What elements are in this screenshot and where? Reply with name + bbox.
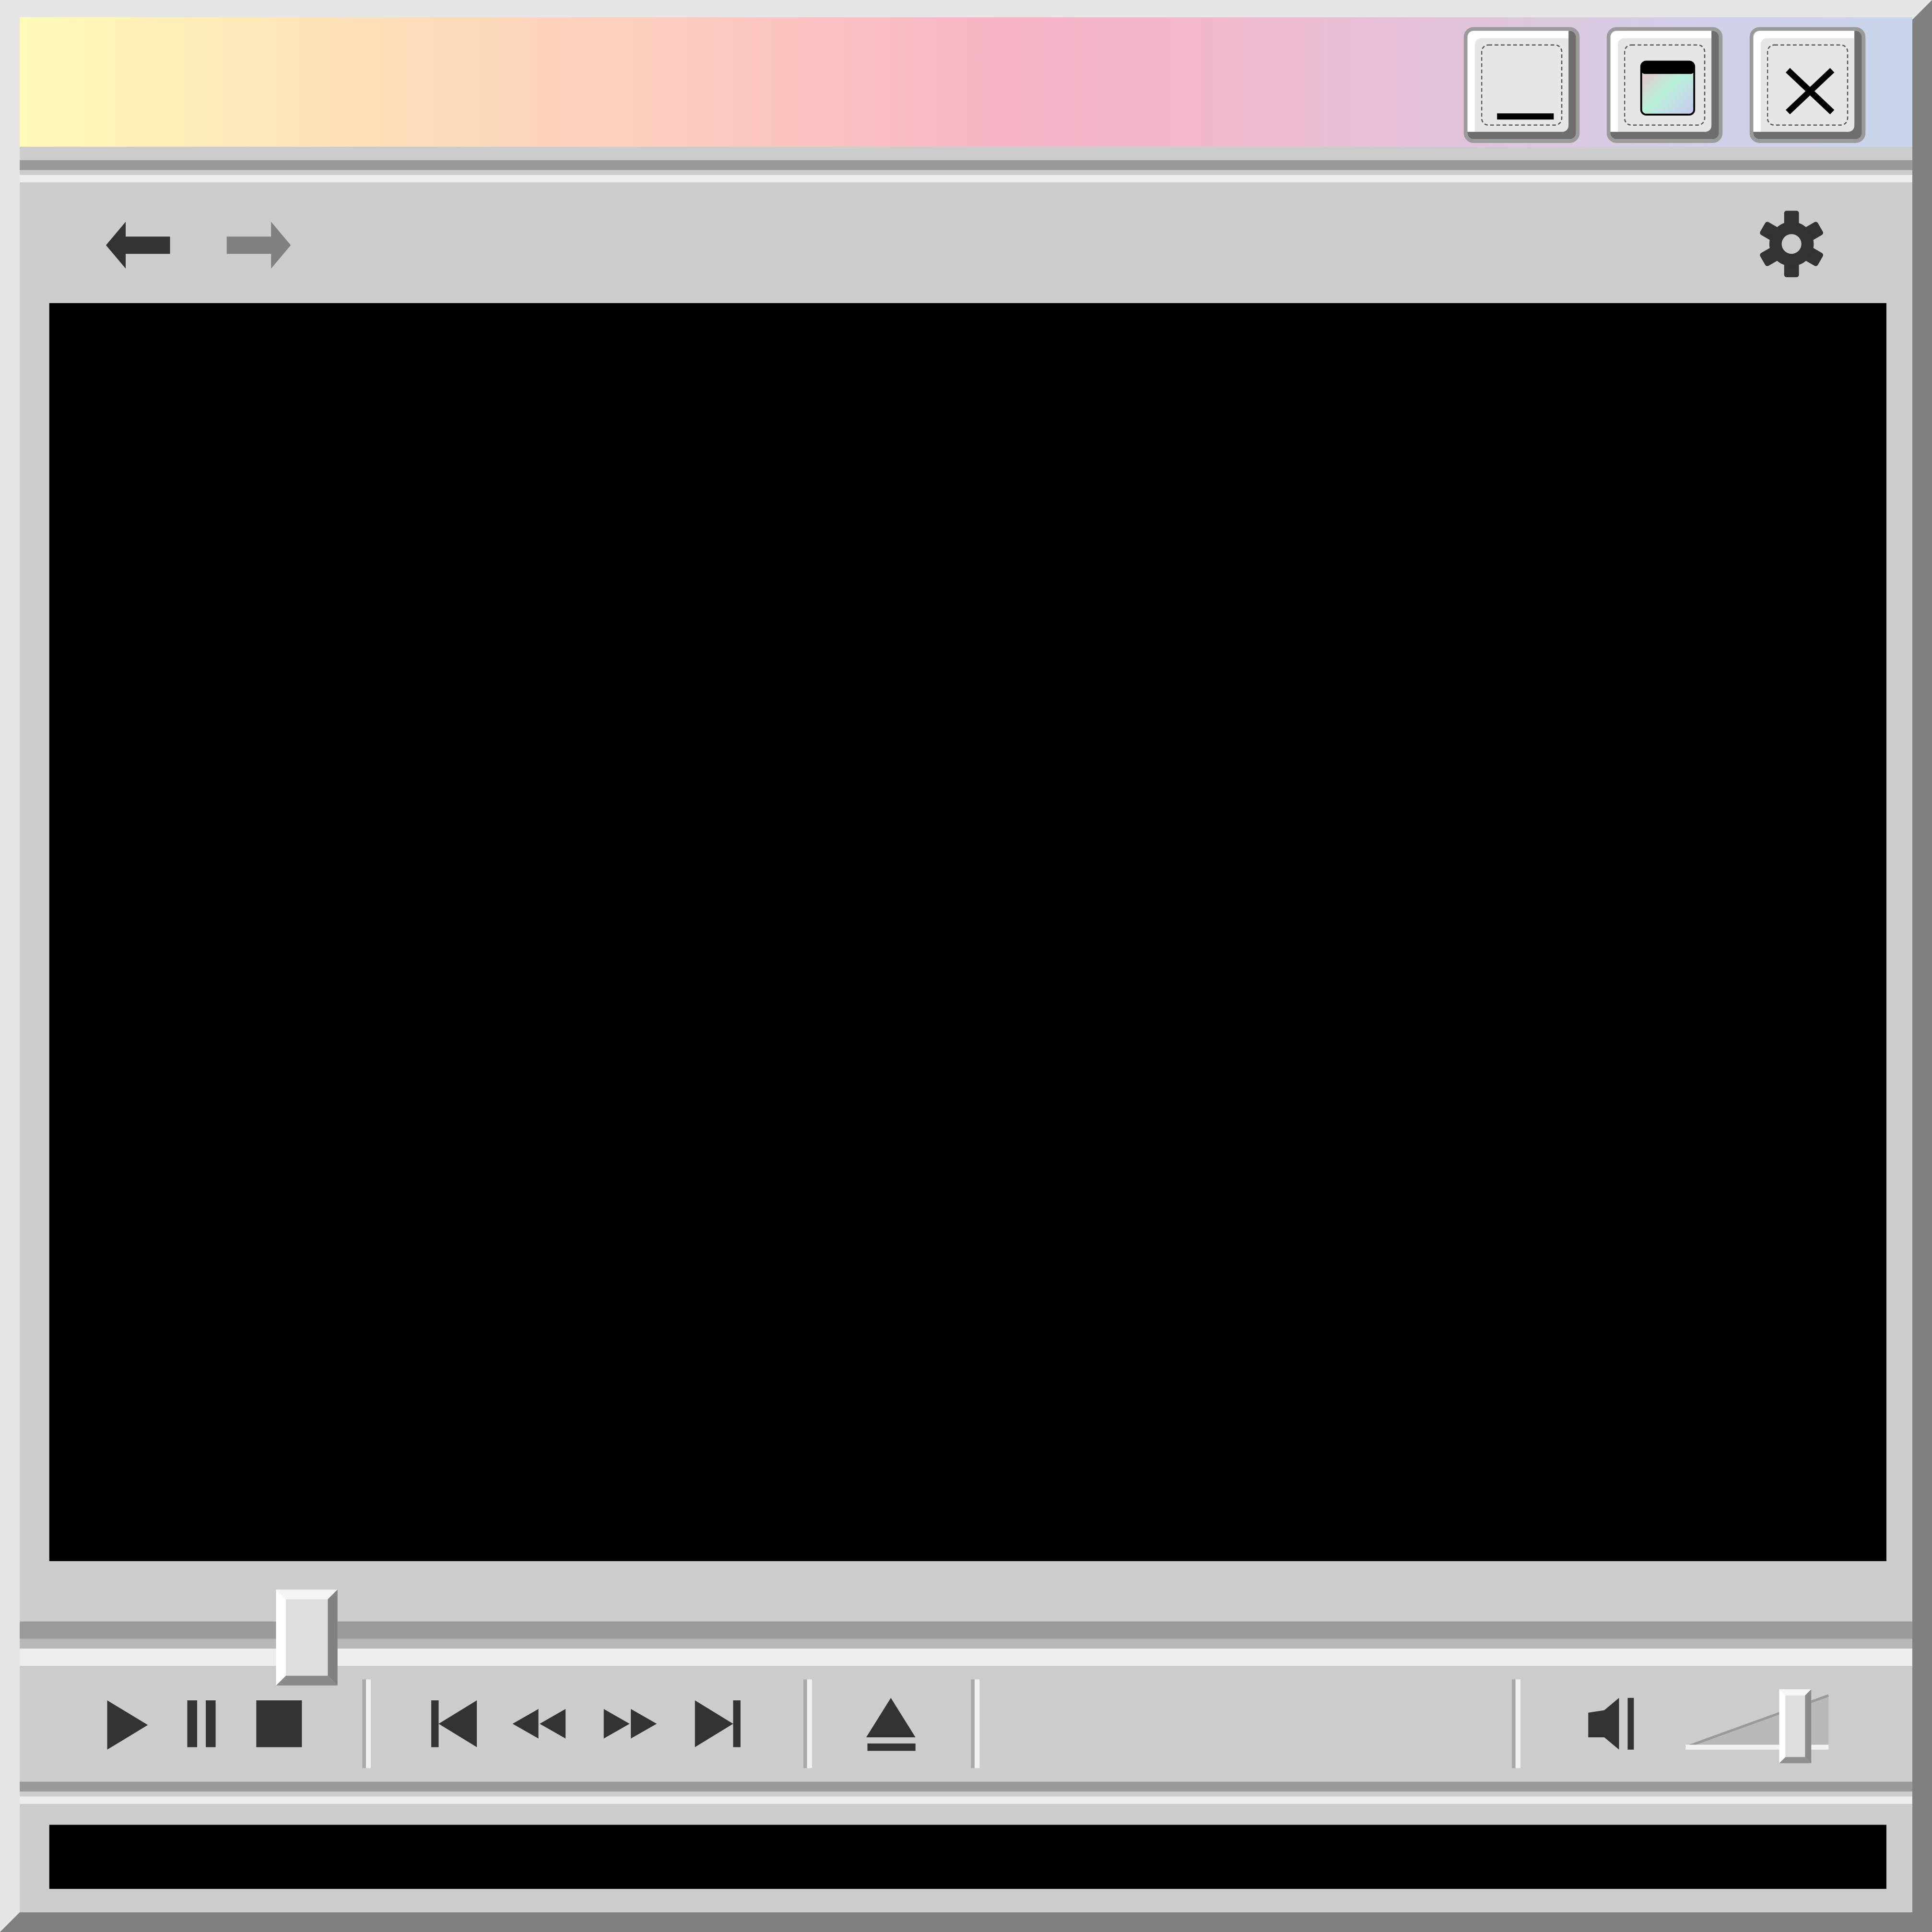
status-bar — [49, 1825, 1886, 1889]
close-icon — [1786, 68, 1835, 115]
eject-button[interactable] — [862, 1693, 921, 1757]
toolbar-separator — [971, 1679, 980, 1768]
stop-button[interactable] — [251, 1693, 306, 1757]
stop-icon — [256, 1700, 302, 1747]
eject-icon — [866, 1697, 916, 1751]
speaker-icon — [1588, 1697, 1634, 1750]
skip-forward-icon — [695, 1700, 741, 1747]
fast-forward-icon — [603, 1709, 657, 1739]
fast-forward-button[interactable] — [599, 1693, 660, 1757]
maximize-button[interactable] — [1606, 27, 1723, 143]
video-screen[interactable] — [49, 303, 1886, 1561]
minimize-icon — [1497, 113, 1554, 120]
arrow-right-icon[interactable] — [224, 217, 294, 273]
play-icon — [107, 1700, 148, 1750]
media-player-window — [0, 0, 1932, 1932]
toolbar-separator — [1512, 1679, 1520, 1768]
separator — [20, 1781, 1912, 1792]
skip-back-button[interactable] — [426, 1693, 483, 1757]
window-frame-shadow-bottom — [0, 1912, 1932, 1932]
play-button[interactable] — [104, 1693, 153, 1757]
separator — [20, 175, 1912, 183]
window-frame-shadow-right — [1912, 0, 1932, 1932]
arrow-left-icon[interactable] — [104, 217, 173, 273]
separator — [20, 1796, 1912, 1804]
toolbar-separator — [362, 1679, 371, 1768]
skip-forward-button[interactable] — [690, 1693, 747, 1757]
rewind-button[interactable] — [510, 1693, 572, 1757]
rewind-icon — [512, 1709, 566, 1739]
maximize-icon — [1640, 60, 1696, 116]
close-button[interactable] — [1749, 27, 1866, 143]
gear-icon[interactable] — [1758, 211, 1825, 277]
separator — [20, 160, 1912, 170]
pause-button[interactable] — [182, 1693, 224, 1757]
volume-slider[interactable] — [1683, 1688, 1831, 1764]
minimize-button[interactable] — [1463, 27, 1580, 143]
seek-slider-thumb[interactable] — [276, 1589, 338, 1686]
volume-slider-thumb — [1779, 1689, 1812, 1764]
skip-back-icon — [431, 1700, 477, 1747]
mute-button[interactable] — [1585, 1693, 1641, 1757]
pause-icon — [187, 1700, 216, 1747]
toolbar-separator — [803, 1679, 812, 1768]
